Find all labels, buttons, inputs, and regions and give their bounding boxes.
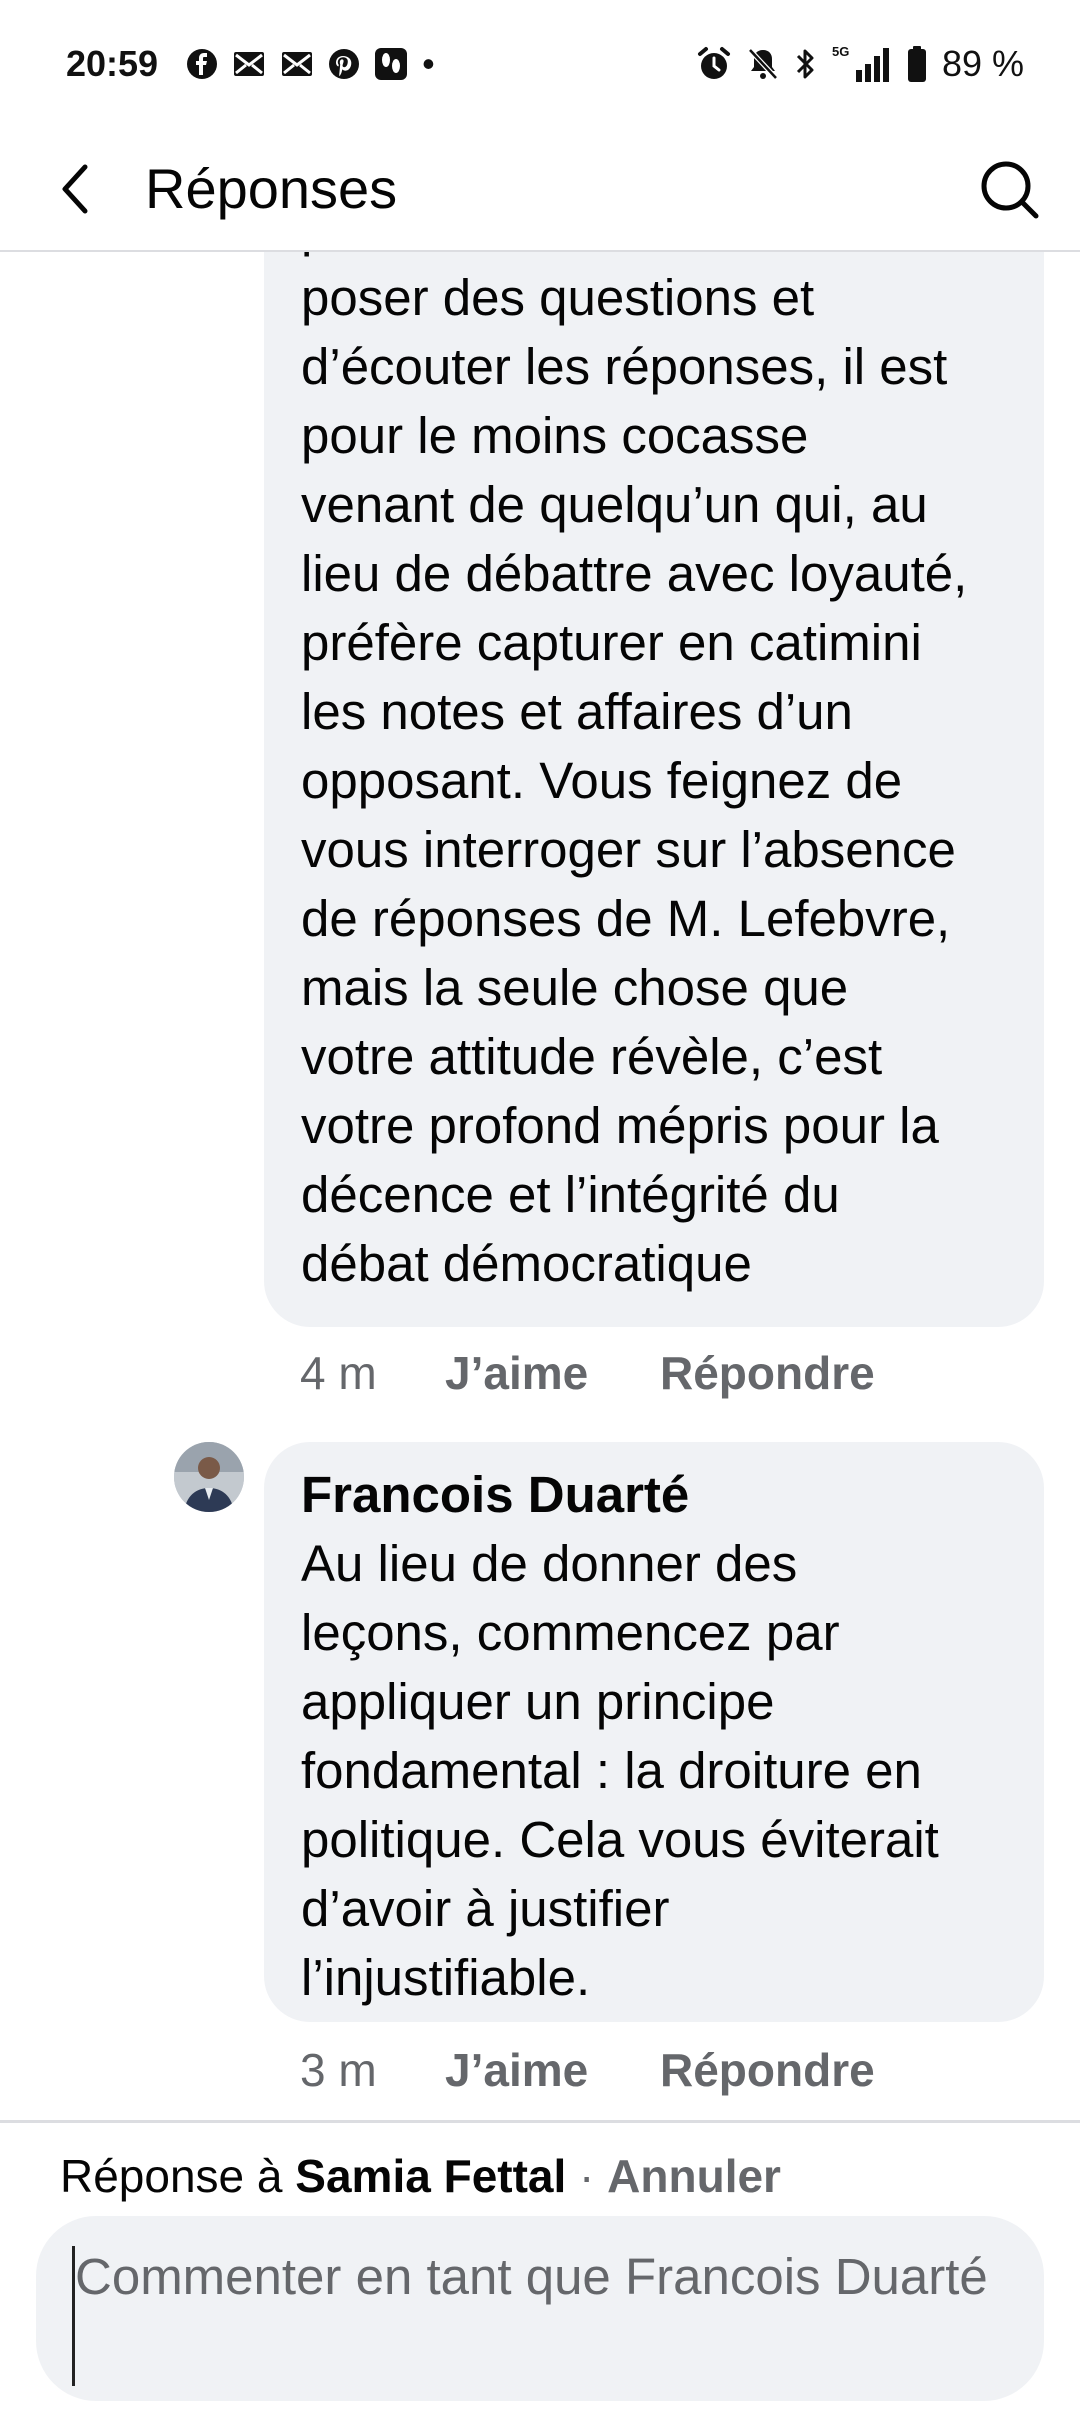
comment-line: venant de quelqu’un qui, au: [301, 476, 928, 533]
comment-line: lieu de débattre avec loyauté,: [301, 545, 968, 602]
profile-photo-icon: [174, 1442, 244, 1512]
status-time: 20:59: [66, 43, 159, 84]
comment-line: mais la seule chose que: [301, 959, 849, 1016]
replying-to-prefix: Réponse à: [60, 2150, 296, 2202]
status-right: 5G 89 %: [696, 43, 1024, 85]
replying-to: Réponse à Samia Fettal · Annuler: [60, 2145, 781, 2207]
comment-line: opposant. Vous feignez de: [301, 752, 903, 809]
comment-line: Au lieu de donner des: [301, 1535, 798, 1592]
back-button[interactable]: [40, 154, 110, 224]
comment-time[interactable]: 4 m: [300, 1346, 445, 1400]
footprints-icon: [374, 47, 408, 81]
notification-dot: •: [422, 43, 435, 84]
comment-line: d’écouter les réponses, il est: [301, 338, 948, 395]
comment-line: vous interroger sur l’absence: [301, 821, 956, 878]
cancel-reply-button[interactable]: Annuler: [607, 2150, 781, 2202]
separator: ·: [566, 2150, 608, 2202]
search-icon: [981, 161, 1039, 219]
facebook-icon: [186, 48, 218, 80]
chevron-left-icon: [62, 164, 88, 214]
like-button[interactable]: J’aime: [445, 1346, 660, 1400]
reply-composer: Réponse à Samia Fettal · Annuler: [0, 2120, 1080, 2414]
comment-line: de réponses de M. Lefebvre,: [301, 890, 951, 947]
status-bar: 20:59 • 5G 89 %: [0, 0, 1080, 128]
header-bar: Réponses: [0, 128, 1080, 252]
alarm-icon: [696, 46, 732, 82]
mail-icon: [232, 49, 266, 79]
comment-actions: 3 m J’aime Répondre: [300, 2035, 875, 2105]
page-title: Réponses: [145, 157, 398, 220]
reply-button[interactable]: Répondre: [660, 1346, 875, 1400]
status-left: 20:59 •: [66, 43, 435, 85]
comment-line: préfère capturer en catimini: [301, 614, 922, 671]
comment-line: d’avoir à justifier: [301, 1880, 670, 1937]
comment-actions: 4 m J’aime Répondre: [300, 1338, 875, 1408]
comment-input[interactable]: [72, 2246, 1007, 2386]
bluetooth-icon: [794, 46, 816, 82]
battery-icon: [906, 45, 928, 83]
replies-list[interactable]: paternaliste sur l'art de poser des ques…: [0, 252, 1080, 2120]
comment-line: pour le moins cocasse: [301, 407, 809, 464]
network-label: 5G: [832, 44, 849, 59]
comment-time[interactable]: 3 m: [300, 2043, 445, 2097]
comment-line: les notes et affaires d’un: [301, 683, 853, 740]
comment-line: politique. Cela vous éviterait: [301, 1811, 939, 1868]
comment-box[interactable]: [36, 2216, 1044, 2401]
comment-author[interactable]: Francois Duarté: [301, 1460, 1010, 1529]
reply-button[interactable]: Répondre: [660, 2043, 875, 2097]
comment-line: paternaliste sur l'art de: [301, 252, 1010, 263]
comment-line: poser des questions et: [301, 269, 815, 326]
comment-line: leçons, commencez par: [301, 1604, 840, 1661]
pinterest-icon: [328, 48, 360, 80]
comment-line: appliquer un principe: [301, 1673, 775, 1730]
comment-line: débat démocratique: [301, 1235, 752, 1292]
comment-line: votre attitude révèle, c’est: [301, 1028, 883, 1085]
avatar[interactable]: [174, 1442, 244, 1512]
comment-line: votre profond mépris pour la: [301, 1097, 939, 1154]
battery-level: 89 %: [941, 43, 1024, 84]
replying-to-name: Samia Fettal: [295, 2150, 567, 2202]
like-button[interactable]: J’aime: [445, 2043, 660, 2097]
comment-bubble: Francois Duarté Au lieu de donner des le…: [264, 1442, 1044, 2022]
comment-line: décence et l’intégrité du: [301, 1166, 840, 1223]
bell-muted-icon: [746, 46, 780, 82]
search-button[interactable]: [970, 150, 1050, 230]
comment-line: fondamental : la droiture en: [301, 1742, 922, 1799]
signal-icon: 5G: [830, 44, 892, 84]
mail-icon: [280, 49, 314, 79]
comment-bubble: paternaliste sur l'art de poser des ques…: [264, 252, 1044, 1327]
comment-line: l’injustifiable.: [301, 1949, 591, 2006]
